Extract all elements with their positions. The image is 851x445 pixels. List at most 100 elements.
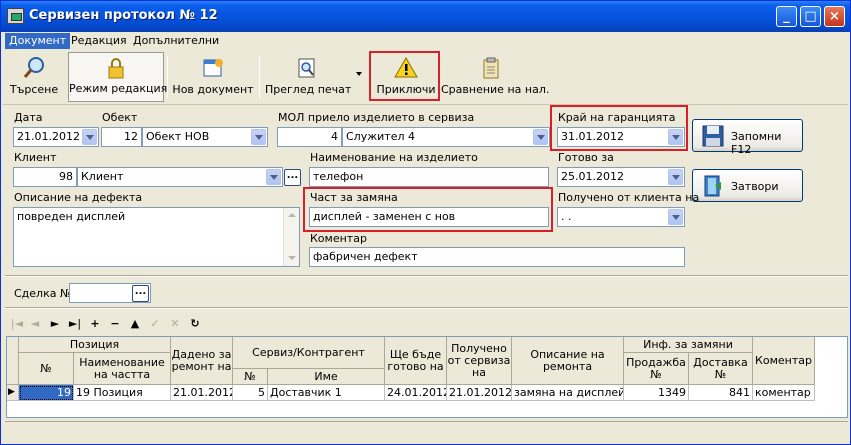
date-label: Дата [14,111,43,124]
defect-label: Описание на дефекта [14,191,143,204]
object-combo[interactable]: Обект НОВ [142,127,268,147]
close-icon: × [829,9,840,24]
client-id-input[interactable]: 98 [13,167,77,187]
edit-record-icon[interactable]: ▲ [127,315,143,333]
date-combo[interactable]: 21.01.2012 [13,127,99,147]
cell-comment[interactable]: коментар [753,385,815,401]
title-bar[interactable]: Сервизен протокол № 12 _ □ × [1,1,850,32]
header-received[interactable]: Получено от сервиза на [447,337,512,385]
header-service-name[interactable]: Име [268,369,385,385]
chevron-down-icon[interactable] [533,129,548,145]
window-title: Сервизен протокол № 12 [29,8,218,23]
window: Сервизен протокол № 12 _ □ × Документ Ре… [0,0,851,445]
first-record-icon[interactable]: |◄ [9,315,25,333]
deal-lookup-button[interactable]: ... [132,285,149,302]
cell-received[interactable]: 21.01.2012 [447,385,512,401]
header-repair-desc[interactable]: Описание на ремонта [512,337,624,385]
header-given[interactable]: Дадено за ремонт на [171,337,233,385]
add-record-icon[interactable]: + [87,315,103,333]
chevron-down-icon[interactable] [668,209,683,225]
prev-record-icon[interactable]: ◄ [27,315,43,333]
chevron-down-icon[interactable] [82,129,97,145]
cancel-record-icon[interactable]: ✕ [167,315,183,333]
highlight-warranty [550,105,688,151]
print-preview-icon [298,58,315,78]
last-record-icon[interactable]: ►| [67,315,83,333]
ready-combo[interactable]: 25.01.2012 [557,167,685,187]
cell-repair-desc[interactable]: замяна на дисплей [512,385,624,401]
menu-edit[interactable]: Редакция [67,33,131,49]
lock-icon [108,58,124,79]
row-indicator-header [7,337,19,385]
cell-service-num[interactable]: 5 [233,385,268,401]
app-icon[interactable] [7,8,24,24]
chevron-down-icon[interactable] [668,169,683,185]
maximize-button[interactable]: □ [800,6,821,27]
new-document-button[interactable]: Нов документ [171,52,255,102]
menu-bar: Документ Редакция Допълнителни [1,32,850,50]
close-button[interactable]: × [824,6,845,27]
ready-label: Готово за [558,151,614,164]
highlight-part [303,187,553,232]
header-comment[interactable]: Коментар [753,337,815,385]
cell-ready[interactable]: 24.01.2012 [385,385,447,401]
header-service-num[interactable]: № [233,369,268,385]
client-label: Клиент [14,151,57,164]
maximize-icon: □ [804,9,817,24]
received-combo[interactable]: . . [557,207,685,227]
close-form-button[interactable]: Затвори [692,169,803,202]
cell-given[interactable]: 21.01.2012 [171,385,233,401]
cell-sale[interactable]: 1349 [624,385,689,401]
mol-id-input[interactable]: 4 [277,127,342,147]
next-record-icon[interactable]: ► [47,315,63,333]
floppy-icon [702,125,724,147]
chevron-down-icon[interactable] [266,169,281,185]
chevron-down-icon[interactable] [251,129,266,145]
print-dropdown-icon[interactable] [356,72,362,76]
edit-mode-button[interactable]: Режим редакция [68,52,167,102]
object-id-input[interactable]: 12 [101,127,142,147]
delete-record-icon[interactable]: − [107,315,123,333]
header-delivery[interactable]: Доставка № [689,353,753,385]
defect-scrollbar[interactable] [283,208,299,266]
separator [5,307,848,309]
post-record-icon[interactable]: ✓ [147,315,163,333]
header-position: Позиция [19,337,171,353]
menu-extras[interactable]: Допълнителни [129,33,223,49]
save-button[interactable]: Запомни F12 [692,119,803,156]
header-part-name[interactable]: Наименование на частта [74,353,171,385]
mol-combo[interactable]: Служител 4 [342,127,550,147]
row-indicator-icon: ▶ [7,385,19,401]
cell-part[interactable]: 19 Позиция [74,385,171,401]
client-lookup-button[interactable]: ... [284,169,301,186]
minimize-icon: _ [783,9,790,24]
mol-label: МОЛ приело изделието в сервиза [278,111,475,124]
header-service: Сервиз/Контрагент [233,337,385,369]
cell-num[interactable]: 19 [19,385,74,401]
positions-grid[interactable]: Позиция № Наименование на частта Дадено … [6,336,848,418]
magnifier-icon [23,57,44,78]
header-ready[interactable]: Ще бъде готово на [385,337,447,385]
print-preview-button[interactable]: Преглед печат [265,52,351,102]
refresh-icon[interactable]: ↻ [187,315,203,333]
minimize-button[interactable]: _ [776,6,797,27]
product-label: Наименование на изделието [310,151,478,164]
object-label: Обект [102,111,138,124]
defect-textarea[interactable]: повреден дисплей [13,207,300,267]
clipboard-icon [483,57,499,79]
cell-delivery[interactable]: 841 [689,385,753,401]
deal-label: Сделка № [14,287,72,300]
search-button[interactable]: Търсене [5,52,63,102]
cell-service-name[interactable]: Доставчик 1 [268,385,385,401]
comment-label: Коментар [310,232,367,245]
product-input[interactable]: телефон [309,167,549,187]
separator [5,275,848,277]
comment-input[interactable]: фабричен дефект [309,247,685,267]
header-sale[interactable]: Продажба № [624,353,689,385]
header-num[interactable]: № [19,353,74,385]
compare-button[interactable]: Сравнение на нал. [441,52,549,102]
client-combo[interactable]: Клиент [77,167,283,187]
scroll-down-icon [284,250,299,266]
menu-document[interactable]: Документ [5,33,71,49]
scroll-up-icon [284,208,299,224]
